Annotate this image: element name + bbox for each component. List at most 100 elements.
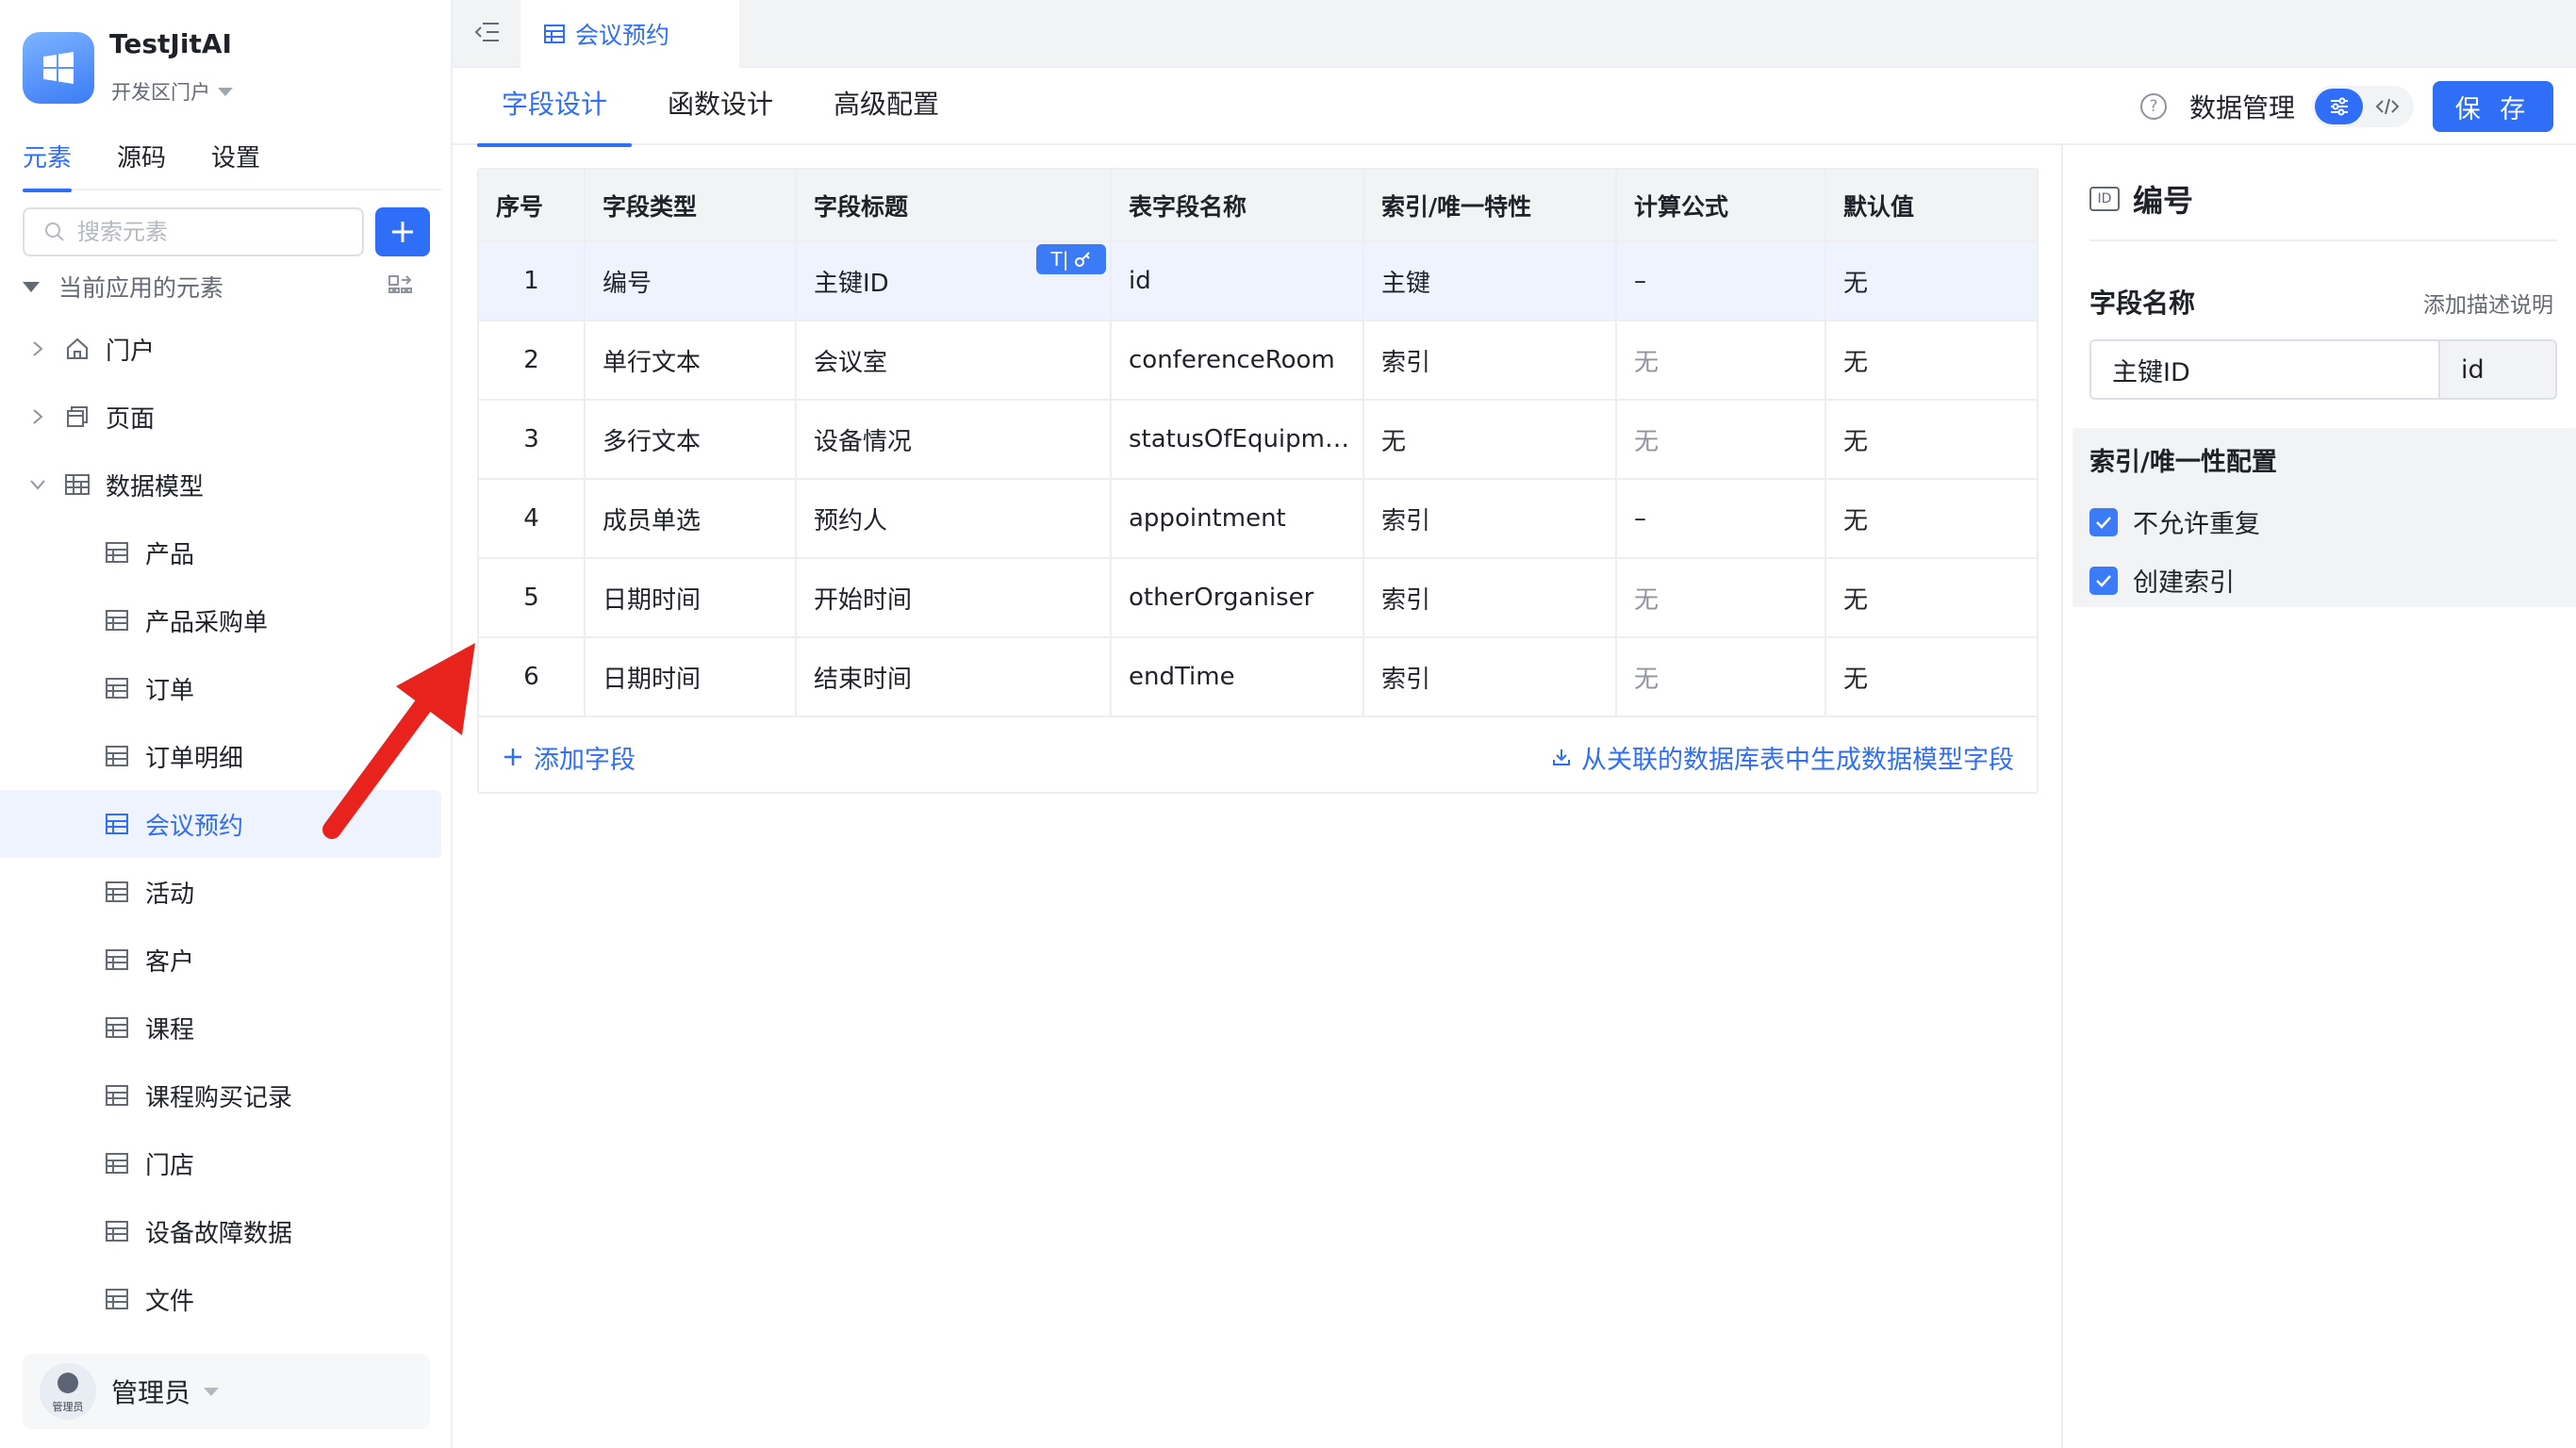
cell-type[interactable]: 日期时间 (585, 558, 797, 638)
cell-default[interactable]: 无 (1825, 241, 2037, 321)
tree-item-label: 订单 (145, 676, 195, 705)
tab-advanced-config[interactable]: 高级配置 (809, 68, 964, 145)
table-row[interactable]: 1 编号 主键ID T| id 主键 – 无 (479, 241, 2037, 321)
cell-index-type[interactable]: 索引 (1363, 637, 1617, 717)
cell-title-text: 主键ID (814, 269, 889, 298)
cell-formula[interactable]: 无 (1616, 558, 1826, 638)
cell-column-name[interactable]: appointment (1111, 479, 1364, 559)
table-header-row: 序号 字段类型 字段标题 表字段名称 索引/唯一特性 计算公式 默认值 (479, 170, 2037, 242)
table-row[interactable]: 2 单行文本 会议室 conferenceRoom 索引 无 无 (479, 321, 2037, 401)
cell-default[interactable]: 无 (1825, 558, 2037, 638)
add-element-button[interactable] (375, 207, 430, 256)
cell-type[interactable]: 多行文本 (585, 400, 797, 480)
field-title-input[interactable] (2091, 341, 2438, 398)
tree-item-label: 门店 (145, 1151, 195, 1180)
cell-title[interactable]: 预约人 (796, 479, 1112, 559)
tree-item-data-models[interactable]: 数据模型 (0, 451, 451, 518)
cell-formula[interactable]: 无 (1616, 321, 1826, 401)
settings-sliders-icon[interactable] (2315, 89, 2363, 124)
cell-default[interactable]: 无 (1825, 479, 2037, 559)
cell-index-type[interactable]: 索引 (1363, 479, 1617, 559)
cell-default[interactable]: 无 (1825, 400, 2037, 480)
layout-toggle-icon[interactable] (387, 273, 413, 300)
cell-type[interactable]: 日期时间 (585, 637, 797, 717)
chevron-down-icon[interactable] (28, 475, 47, 494)
table-row[interactable]: 6 日期时间 结束时间 endTime 索引 无 无 (479, 637, 2037, 717)
cell-column-name[interactable]: endTime (1111, 637, 1364, 717)
checkbox-label: 创建索引 (2133, 568, 2235, 598)
app-logo (23, 32, 94, 104)
cell-column-name[interactable]: conferenceRoom (1111, 321, 1364, 401)
tab-elements[interactable]: 元素 (23, 141, 73, 192)
checkbox-create-index[interactable]: 创建索引 (2089, 562, 2235, 599)
tree-item-model[interactable]: 文件 (0, 1265, 451, 1333)
tab-function-design[interactable]: 函数设计 (643, 68, 798, 145)
cell-title[interactable]: 主键ID T| (796, 241, 1112, 321)
table-row[interactable]: 5 日期时间 开始时间 otherOrganiser 索引 无 无 (479, 558, 2037, 638)
tree-item-model[interactable]: 课程购买记录 (0, 1061, 451, 1129)
add-description-link[interactable]: 添加描述说明 (2423, 287, 2553, 319)
tree-item-pages[interactable]: 页面 (0, 383, 451, 451)
cell-index-type[interactable]: 主键 (1363, 241, 1617, 321)
tree-item-model[interactable]: 活动 (0, 858, 451, 926)
checkbox-checked-icon[interactable] (2089, 507, 2118, 536)
cell-type[interactable]: 单行文本 (585, 321, 797, 401)
search-input[interactable] (75, 218, 339, 246)
tree-group-current-app[interactable]: 当前应用的元素 (23, 264, 441, 309)
cell-formula[interactable]: – (1616, 479, 1826, 559)
cell-default[interactable]: 无 (1825, 321, 2037, 401)
cell-formula[interactable]: – (1616, 241, 1826, 321)
table-row[interactable]: 4 成员单选 预约人 appointment 索引 – 无 (479, 479, 2037, 559)
cell-formula[interactable]: 无 (1616, 637, 1826, 717)
table-icon (104, 1218, 130, 1244)
tree-item-model[interactable]: 设备故障数据 (0, 1197, 451, 1265)
chevron-right-icon[interactable] (28, 407, 47, 426)
table-row[interactable]: 3 多行文本 设备情况 statusOfEquipment 无 无 无 (479, 400, 2037, 480)
cell-column-name[interactable]: otherOrganiser (1111, 558, 1364, 638)
tab-source[interactable]: 源码 (117, 141, 166, 190)
cell-type[interactable]: 成员单选 (585, 479, 797, 559)
field-flags-badge[interactable]: T| (1036, 244, 1106, 274)
tree-item-portal[interactable]: 门户 (0, 315, 451, 383)
tree-item-model[interactable]: 产品 (0, 518, 451, 586)
tab-field-design[interactable]: 字段设计 (477, 68, 633, 147)
add-field-button[interactable]: 添加字段 (502, 739, 636, 776)
view-mode-switch[interactable] (2312, 86, 2414, 127)
cell-index-type[interactable]: 索引 (1363, 558, 1617, 638)
table-footer: 添加字段 从关联的数据库表中生成数据模型字段 (479, 720, 2037, 794)
help-icon[interactable]: ? (2139, 93, 2167, 120)
cell-index-type[interactable]: 无 (1363, 400, 1617, 480)
generate-fields-button[interactable]: 从关联的数据库表中生成数据模型字段 (1551, 739, 2014, 776)
checkbox-checked-icon[interactable] (2089, 566, 2118, 595)
cell-title[interactable]: 结束时间 (796, 637, 1112, 717)
cell-column-name[interactable]: statusOfEquipment (1111, 400, 1364, 480)
tree-item-model[interactable]: 客户 (0, 926, 451, 994)
collapse-sidebar-icon[interactable] (473, 19, 502, 45)
tab-settings[interactable]: 设置 (211, 141, 260, 190)
tree-item-model[interactable]: 课程 (0, 994, 451, 1061)
tree-item-label: 门户 (106, 337, 156, 366)
chevron-right-icon[interactable] (28, 339, 47, 358)
tree-item-model[interactable]: 门店 (0, 1129, 451, 1197)
tree-item-label: 文件 (145, 1287, 195, 1316)
cell-type[interactable]: 编号 (585, 241, 797, 321)
cell-title[interactable]: 设备情况 (796, 400, 1112, 480)
save-button[interactable]: 保 存 (2433, 81, 2553, 132)
code-icon[interactable] (2363, 89, 2411, 124)
portal-switcher[interactable]: 开发区门户 (111, 77, 233, 106)
fields-table: 序号 字段类型 字段标题 表字段名称 索引/唯一特性 计算公式 默认值 1 编号… (479, 170, 2037, 717)
cell-title[interactable]: 会议室 (796, 321, 1112, 401)
data-management-link[interactable]: 数据管理 (2189, 88, 2295, 125)
checkbox-unique[interactable]: 不允许重复 (2089, 503, 2260, 540)
user-menu[interactable]: 管理员 管理员 (23, 1354, 430, 1429)
cell-title[interactable]: 开始时间 (796, 558, 1112, 638)
editor-tab-active[interactable]: 会议预约 (520, 0, 739, 68)
cell-index-type[interactable]: 索引 (1363, 321, 1617, 401)
tree-item-label: 课程购买记录 (145, 1083, 293, 1112)
home-icon (64, 336, 91, 362)
cell-column-name[interactable]: id (1111, 241, 1364, 321)
index-config-section: 索引/唯一性配置 不允许重复 创建索引 (2072, 428, 2576, 607)
cell-formula[interactable]: 无 (1616, 400, 1826, 480)
cell-default[interactable]: 无 (1825, 637, 2037, 717)
field-name-label: 字段名称 (2089, 288, 2196, 319)
